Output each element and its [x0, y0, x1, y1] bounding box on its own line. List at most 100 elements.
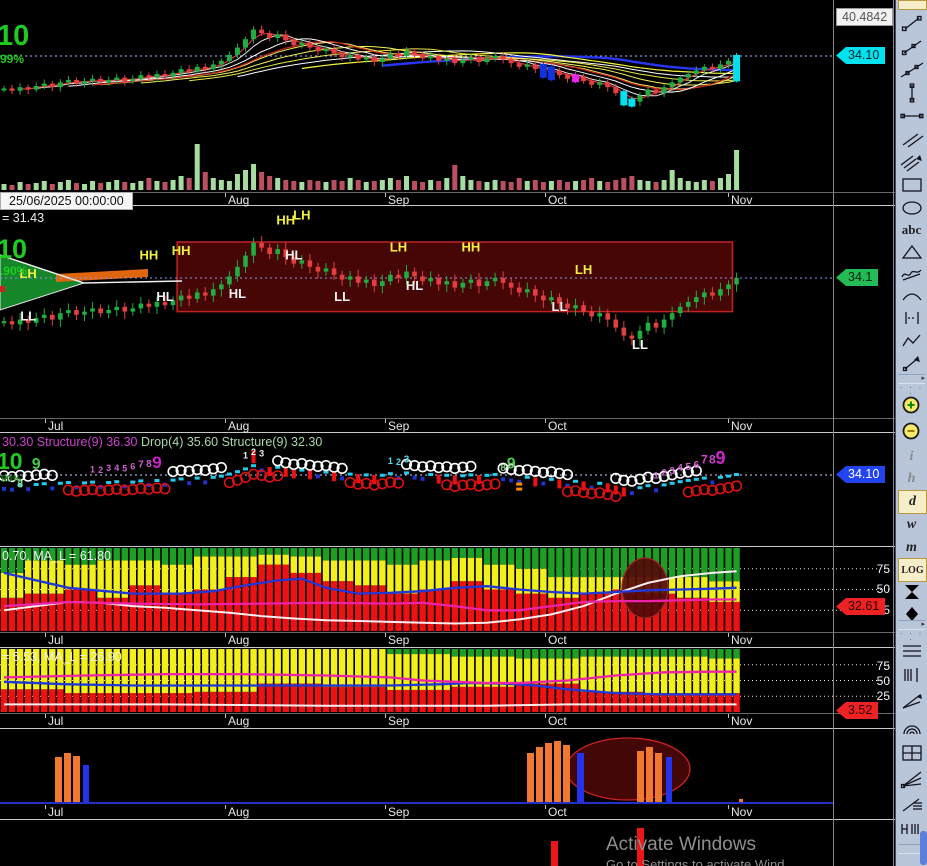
speed-lines-tool-button[interactable]	[898, 794, 925, 816]
last-price-tag-p3: 34.10	[836, 466, 886, 483]
svg-text:4: 4	[114, 463, 119, 473]
axis-tick-label: Oct	[548, 633, 567, 647]
panel-oscillator1-canvas[interactable]	[0, 547, 895, 632]
svg-text:7: 7	[138, 459, 144, 470]
active-tool-button[interactable]	[898, 0, 927, 10]
ticker-symbol-p3: 10	[0, 448, 23, 474]
axis-tick	[225, 633, 226, 637]
svg-text:HL: HL	[285, 248, 302, 263]
axis-tick-label: Nov	[731, 633, 753, 647]
axis-tick-label: Nov	[731, 805, 753, 819]
vertical-line-tool-button[interactable]	[898, 82, 925, 104]
text-button[interactable]: abc	[898, 219, 925, 241]
axis-tick	[728, 633, 729, 637]
axis-tick	[385, 805, 386, 809]
interval-hourly-label: h	[907, 471, 916, 486]
moving-averages-layer	[20, 33, 737, 100]
interval-weekly-button[interactable]: w	[898, 514, 925, 536]
axis-tick-label: Jul	[48, 419, 64, 433]
change-percent-p1: 99%	[0, 52, 25, 66]
rectangle-icon	[901, 178, 922, 192]
indicator-value-p2: = 31.43	[2, 211, 45, 225]
scrollbar-thumb[interactable]	[920, 831, 927, 865]
crosshair-date-tooltip: 25/06/2025 00:00:00	[0, 192, 133, 210]
axis-tick	[728, 714, 729, 718]
axis-tick	[385, 633, 386, 637]
freehand-tool-button[interactable]	[898, 263, 925, 285]
zoom-in-tool-button[interactable]	[898, 394, 925, 416]
grid-label-50: 50	[876, 582, 890, 596]
log-scale-button[interactable]: LOG	[898, 558, 927, 582]
svg-text:LH: LH	[575, 262, 592, 277]
change-percent-p3: 90%	[1, 474, 22, 485]
axis-tick	[45, 419, 46, 423]
horizontal-grid-tool-button[interactable]	[898, 640, 925, 662]
pointer-arrow-tool-button[interactable]	[898, 352, 925, 374]
axis-tick-label: Aug	[228, 805, 250, 819]
fibonacci-arcs-tool-button[interactable]	[898, 716, 925, 738]
trendline-tool-button[interactable]	[898, 13, 925, 35]
horizontal-line-tool-button[interactable]	[898, 105, 925, 127]
toolbar-grip-handle[interactable]: · · · ·	[898, 383, 925, 398]
panel-structure-canvas[interactable]: 89 1 2 3 4 5 6 7 8 9 1 2 31 2 38 91 2 3 4 5 6 7 8 9	[0, 433, 895, 547]
axis-tick-label: Nov	[731, 714, 753, 728]
svg-text:HL: HL	[156, 289, 173, 304]
rectangle-tool-button[interactable]	[898, 174, 925, 196]
panel-divider	[0, 728, 895, 729]
grid-label-25: 25	[876, 689, 890, 703]
gann-angle-tool-button[interactable]	[898, 690, 925, 712]
panel-divider	[0, 647, 895, 648]
gann-angle-icon	[902, 694, 922, 709]
oscillator2-header: = 5.53, MA_L = 26.90	[2, 650, 122, 664]
measure-tool-button[interactable]	[898, 307, 925, 329]
interval-hourly-button[interactable]: h	[898, 468, 925, 490]
panel-price-canvas[interactable]	[0, 0, 895, 192]
axis-tick	[545, 714, 546, 718]
svg-text:9: 9	[32, 456, 41, 473]
interval-monthly-button[interactable]: m	[898, 537, 925, 559]
zoom-out-tool-button[interactable]	[898, 420, 925, 442]
interval-intraday-button[interactable]: i	[898, 446, 925, 468]
ellipse-tool-button[interactable]	[898, 197, 925, 219]
change-percent-p2: .90%	[0, 264, 28, 278]
interval-daily-button[interactable]: d	[898, 490, 927, 514]
axis-tick-label: Aug	[228, 193, 250, 207]
ticker-symbol-p1: 10	[0, 20, 30, 52]
grid-label-75: 75	[876, 562, 890, 576]
svg-text:HL: HL	[229, 286, 246, 301]
compress-tool-button[interactable]	[898, 581, 925, 603]
triangle-icon	[901, 244, 922, 259]
svg-text:HH: HH	[462, 240, 481, 255]
horizontal-line-icon	[899, 113, 924, 119]
svg-text:6: 6	[694, 460, 700, 471]
grid-tool-button[interactable]	[898, 742, 925, 764]
svg-text:1: 1	[388, 456, 393, 466]
panel-divider	[0, 546, 895, 547]
triangle-tool-button[interactable]	[898, 241, 925, 263]
regression-channel-icon	[900, 155, 922, 172]
arc-icon	[901, 293, 922, 301]
interval-monthly-label: m	[906, 540, 917, 555]
toolbar-grip-handle[interactable]: · · · ·	[898, 629, 925, 644]
axis-tick	[225, 805, 226, 809]
gann-fan-tool-button[interactable]	[898, 768, 925, 790]
ray-icon	[901, 40, 921, 56]
parallel-lines-tool-button[interactable]	[898, 128, 925, 150]
svg-text:7: 7	[701, 453, 708, 467]
ray-tool-button[interactable]	[898, 36, 925, 58]
arc-tool-button[interactable]	[898, 285, 925, 307]
svg-text:3: 3	[404, 454, 410, 465]
date-axis-2: Jul Aug Sep Oct Nov	[0, 418, 833, 433]
svg-text:3: 3	[106, 463, 111, 473]
axis-tick-label: Jul	[48, 714, 64, 728]
svg-text:1: 1	[90, 465, 95, 475]
compress-icon	[904, 585, 919, 599]
regression-channel-tool-button[interactable]	[898, 151, 925, 173]
zigzag-tool-button[interactable]	[898, 330, 925, 352]
panel-swing-canvas[interactable]: LHLLHH HHHL HLHHLHHLLLLHHLHHLLLHLL	[0, 206, 895, 418]
grid-label-50: 50	[876, 674, 890, 688]
panel-oscillator2-canvas[interactable]	[0, 648, 895, 713]
extended-line-tool-button[interactable]	[898, 59, 925, 81]
vertical-grid-tool-button[interactable]	[898, 664, 925, 686]
panel-signals-canvas[interactable]	[0, 729, 895, 804]
